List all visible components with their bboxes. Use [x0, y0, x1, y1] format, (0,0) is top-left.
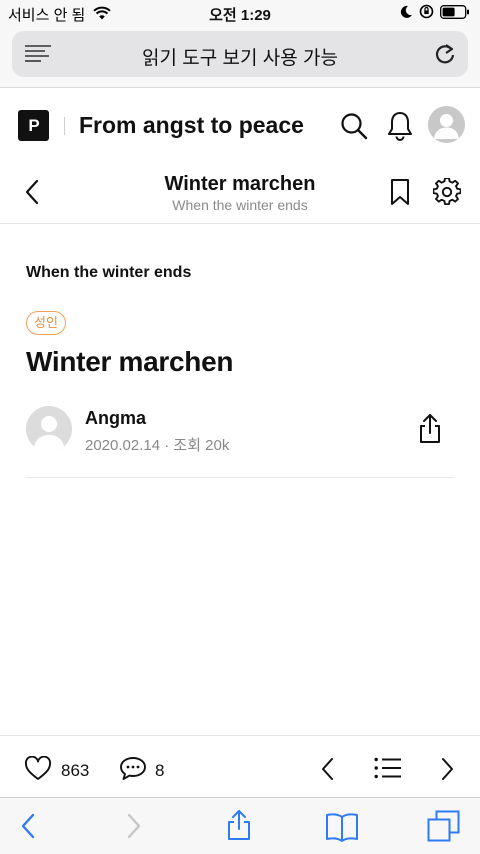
post-list-icon[interactable]	[374, 757, 402, 784]
heart-icon	[24, 755, 52, 786]
share-icon[interactable]	[416, 413, 444, 450]
tabs-icon[interactable]	[427, 810, 461, 847]
notification-bell-icon[interactable]	[386, 110, 414, 146]
post-title: Winter marchen	[26, 346, 234, 377]
search-icon[interactable]	[340, 112, 368, 145]
bookmark-icon[interactable]	[389, 178, 411, 211]
browser-toolbar	[0, 797, 480, 854]
bookmarks-book-icon[interactable]	[325, 812, 359, 847]
comment-count: 8	[155, 761, 165, 780]
logo-text: P	[28, 116, 39, 135]
browser-forward-icon[interactable]	[124, 812, 144, 845]
comment-bubble-icon	[119, 756, 147, 786]
like-button[interactable]: 863	[24, 755, 90, 786]
comment-button[interactable]: 8	[119, 756, 164, 786]
author-avatar[interactable]	[26, 406, 72, 452]
divider	[26, 477, 454, 478]
battery-icon	[440, 4, 470, 24]
post-action-bar: 863 8	[0, 735, 480, 797]
site-header: P From angst to peace	[0, 88, 480, 160]
orientation-lock-icon	[419, 4, 434, 24]
gear-icon[interactable]	[432, 177, 462, 211]
post-meta: 2020.02.14 · 조회 20k	[85, 437, 230, 454]
address-bar-label: 읽기 도구 보기 사용 가능	[142, 48, 338, 69]
do-not-disturb-icon	[399, 5, 413, 24]
divider	[64, 117, 65, 135]
browser-back-icon[interactable]	[18, 812, 38, 845]
user-avatar[interactable]	[428, 106, 465, 143]
like-count: 863	[61, 761, 90, 780]
blog-title[interactable]: From angst to peace	[79, 112, 304, 139]
next-post-icon[interactable]	[439, 756, 455, 787]
previous-post-icon[interactable]	[320, 756, 336, 787]
browser-share-icon[interactable]	[226, 809, 252, 846]
adult-badge: 성인	[26, 311, 66, 335]
series-nav-bar: Winter marchen When the winter ends	[0, 160, 480, 224]
status-bar: 서비스 안 됨 오전 1:29	[0, 0, 480, 26]
author-name[interactable]: Angma	[85, 408, 146, 429]
series-link[interactable]: When the winter ends	[26, 264, 191, 282]
site-logo[interactable]: P	[18, 110, 49, 141]
address-bar[interactable]: 읽기 도구 보기 사용 가능	[12, 31, 468, 77]
reload-icon[interactable]	[434, 42, 456, 71]
browser-address-area: 읽기 도구 보기 사용 가능	[0, 26, 480, 88]
